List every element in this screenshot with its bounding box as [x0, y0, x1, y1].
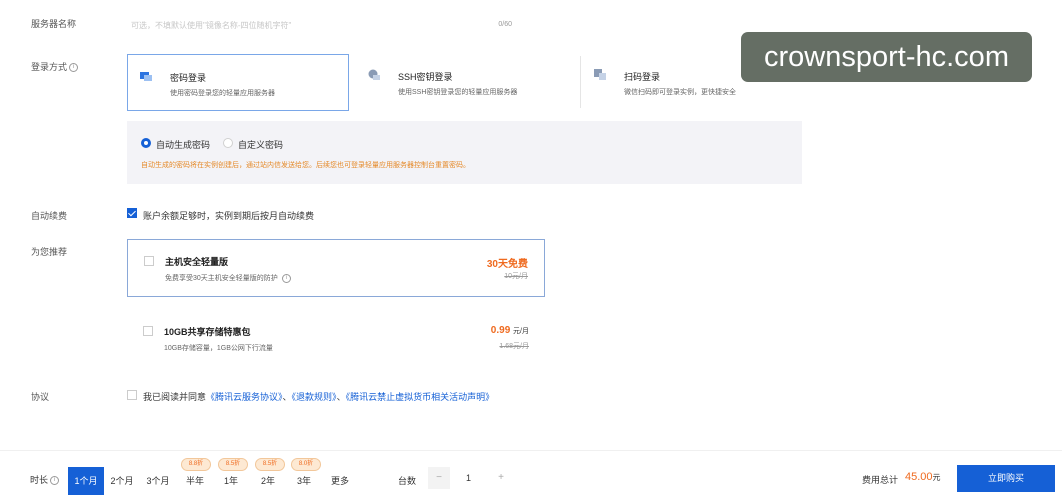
recommend-price: 30天免费	[486, 259, 528, 270]
recommend-desc: 10GB存储容量，1GB公网下行流量	[164, 345, 273, 352]
password-login-icon	[140, 72, 152, 81]
recommend-title: 主机安全轻量版	[165, 257, 229, 267]
recommend-item[interactable]: 10GB共享存储特惠包 10GB存储容量，1GB公网下行流量 0.99 元/月 …	[127, 310, 545, 368]
custom-password-radio[interactable]	[223, 138, 233, 148]
discount-badge: 8.5折	[255, 458, 285, 471]
discount-badge: 8.0折	[291, 458, 321, 471]
agreement-checkbox[interactable]	[127, 390, 137, 400]
recommend-old-price: 10元/月	[504, 273, 528, 280]
recommend-checkbox[interactable]	[143, 326, 153, 336]
agreement-prefix: 我已阅读并同意	[143, 392, 207, 402]
recommend-checkbox[interactable]	[144, 256, 154, 266]
login-option-qrcode[interactable]: 扫码登录 微信扫码即可登录实例，更快捷安全	[582, 54, 737, 111]
card-divider	[580, 56, 581, 108]
info-icon[interactable]: i	[69, 63, 79, 73]
login-option-title: 密码登录	[170, 73, 207, 83]
login-method-label-text: 登录方式	[31, 62, 68, 72]
server-name-label: 服务器名称	[31, 19, 77, 29]
duration-more[interactable]: 更多	[322, 467, 358, 495]
info-icon[interactable]: i	[50, 476, 60, 486]
discount-badge: 8.8折	[181, 458, 211, 471]
buy-now-button[interactable]: 立即购买	[957, 465, 1055, 492]
auto-renew-text: 账户余额足够时，实例到期后按月自动续费	[143, 211, 315, 221]
qrcode-icon	[594, 69, 606, 80]
auto-password-radio[interactable]	[141, 138, 151, 148]
custom-password-label[interactable]: 自定义密码	[238, 138, 283, 151]
agreement-text: 我已阅读并同意《腾讯云服务协议》、《退款规则》、《腾讯云禁止虚拟货币相关活动声明…	[143, 390, 494, 403]
agreement-separator: 、	[282, 392, 292, 402]
login-option-ssh[interactable]: SSH密钥登录 使用SSH密钥登录您的轻量应用服务器	[356, 54, 576, 111]
duration-3-years[interactable]: 3年	[286, 467, 322, 495]
login-option-desc: 使用SSH密钥登录您的轻量应用服务器	[398, 89, 518, 96]
duration-2-months[interactable]: 2个月	[104, 467, 140, 495]
duration-1-year[interactable]: 1年	[213, 467, 249, 495]
duration-2-years[interactable]: 2年	[250, 467, 286, 495]
crypto-statement-link[interactable]: 《腾讯云禁止虚拟货币相关活动声明》	[346, 392, 495, 402]
refund-rules-link[interactable]: 《退款规则》	[292, 392, 337, 402]
recommend-desc-text: 免费享受30天主机安全轻量版的防护	[165, 275, 278, 282]
recommend-item[interactable]: 主机安全轻量版 免费享受30天主机安全轻量版的防护 i 30天免费 10元/月	[127, 239, 545, 297]
login-option-title: SSH密钥登录	[398, 72, 453, 82]
server-name-input[interactable]: 可选，不填默认使用"镜像名称-四位随机字符" 0/60	[127, 14, 522, 36]
quantity-minus-button[interactable]: −	[428, 467, 450, 489]
login-method-label: 登录方式 i	[31, 60, 79, 73]
info-icon[interactable]: i	[281, 273, 291, 283]
discount-badge: 8.5折	[218, 458, 248, 471]
recommend-label: 为您推荐	[31, 247, 68, 257]
purchase-bar: 时长 i 1个月 2个月 3个月 半年 1年 2年 3年 更多 8.8折 8.5折…	[0, 450, 1062, 500]
server-name-placeholder: 可选，不填默认使用"镜像名称-四位随机字符"	[131, 21, 292, 30]
total-price: 45.00元	[905, 471, 941, 483]
recommend-desc: 免费享受30天主机安全轻量版的防护 i	[165, 273, 291, 283]
duration-1-month[interactable]: 1个月	[68, 467, 104, 495]
server-name-counter: 0/60	[498, 21, 512, 28]
total-label: 费用总计	[862, 475, 899, 485]
recommend-old-price: 1.68元/月	[499, 343, 529, 350]
auto-renew-label: 自动续费	[31, 211, 68, 221]
login-option-title: 扫码登录	[624, 72, 661, 82]
auto-password-label[interactable]: 自动生成密码	[156, 138, 210, 151]
login-option-desc: 微信扫码即可登录实例，更快捷安全	[624, 89, 736, 96]
duration-3-months[interactable]: 3个月	[140, 467, 176, 495]
agreement-separator: 、	[336, 392, 346, 402]
password-settings-panel: 自动生成密码 自定义密码 自动生成的密码将在实例创建后，通过站内信发送给您。后续…	[127, 121, 802, 184]
recommend-price-value: 0.99	[490, 325, 511, 336]
login-option-desc: 使用密码登录您的轻量应用服务器	[170, 90, 275, 97]
recommend-price-unit: 元/月	[513, 328, 529, 335]
recommend-title: 10GB共享存储特惠包	[164, 327, 251, 337]
watermark: crownsport-hc.com	[741, 32, 1032, 82]
duration-half-year[interactable]: 半年	[177, 467, 213, 495]
total-price-value: 45.00	[905, 471, 933, 483]
quantity-label: 台数	[398, 476, 417, 486]
service-agreement-link[interactable]: 《腾讯云服务协议》	[206, 392, 283, 402]
auto-renew-checkbox[interactable]	[127, 208, 137, 218]
quantity-value[interactable]: 1	[466, 473, 471, 483]
quantity-plus-button[interactable]: +	[490, 467, 512, 489]
ssh-key-icon	[368, 69, 380, 80]
agreement-label: 协议	[31, 392, 50, 402]
duration-label-text: 时长	[30, 475, 49, 485]
recommend-price: 0.99 元/月	[491, 325, 529, 336]
login-option-password[interactable]: 密码登录 使用密码登录您的轻量应用服务器	[127, 54, 349, 111]
duration-label: 时长 i	[30, 473, 60, 486]
total-price-unit: 元	[932, 473, 941, 482]
password-hint: 自动生成的密码将在实例创建后，通过站内信发送给您。后续您也可登录轻量应用服务器控…	[141, 162, 470, 169]
